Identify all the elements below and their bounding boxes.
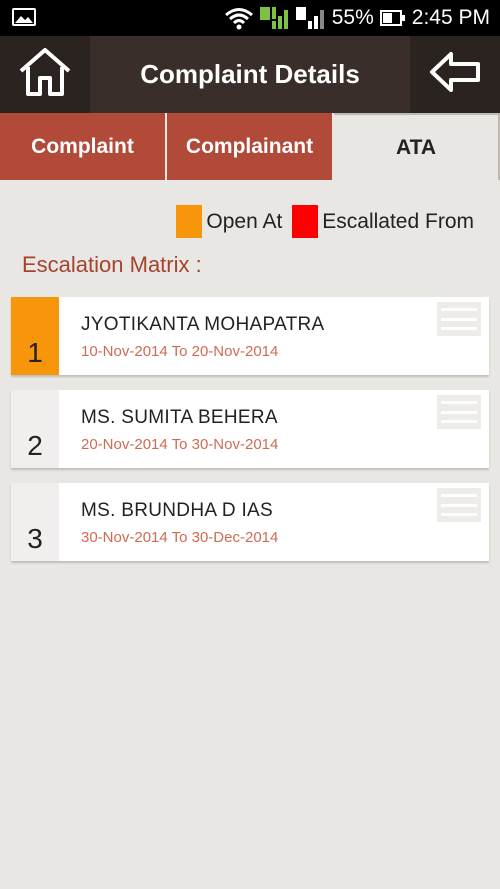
escalated-from-label: Escallated From (322, 209, 474, 233)
status-bar: 55% 2:45 PM (0, 0, 500, 36)
tab-ata[interactable]: ATA (334, 113, 500, 180)
home-icon (17, 47, 73, 102)
escalation-index: 3 (11, 483, 59, 561)
tab-complainant[interactable]: Complainant (167, 113, 334, 180)
escalation-index: 2 (11, 390, 59, 468)
tab-bar: Complaint Complainant ATA (0, 113, 500, 180)
escalation-index: 1 (11, 297, 59, 375)
home-button[interactable] (0, 36, 90, 113)
date-range: 10-Nov-2014 To 20-Nov-2014 (81, 343, 279, 360)
open-at-label: Open At (206, 209, 283, 233)
officer-name: JYOTIKANTA MOHAPATRA (81, 314, 325, 335)
legend: Open At Escallated From (166, 205, 474, 238)
back-button[interactable] (410, 36, 500, 113)
officer-name: MS. BRUNDHA D IAS (81, 500, 273, 521)
tab-complaint[interactable]: Complaint (0, 113, 167, 180)
sim1-signal-icon (259, 5, 290, 31)
back-arrow-icon (429, 51, 481, 98)
app-bar: Complaint Details (0, 36, 500, 113)
escalation-card[interactable]: 3 MS. BRUNDHA D IAS 30-Nov-2014 To 30-De… (11, 483, 489, 561)
escalation-card[interactable]: 2 MS. SUMITA BEHERA 20-Nov-2014 To 30-No… (11, 390, 489, 468)
date-range: 20-Nov-2014 To 30-Nov-2014 (81, 436, 279, 453)
menu-icon[interactable] (437, 395, 481, 429)
escalated-from-swatch (292, 205, 319, 238)
menu-icon[interactable] (437, 488, 481, 522)
menu-icon[interactable] (437, 302, 481, 336)
legend-escalated-from: Escallated From (292, 205, 474, 238)
battery-percent: 55% (331, 6, 374, 29)
section-title: Escalation Matrix : (22, 252, 202, 277)
wifi-icon (224, 6, 254, 30)
escalation-list: 1 JYOTIKANTA MOHAPATRA 10-Nov-2014 To 20… (11, 297, 489, 576)
clock-time: 2:45 PM (411, 6, 490, 29)
sim2-signal-icon (295, 5, 326, 31)
escalation-card[interactable]: 1 JYOTIKANTA MOHAPATRA 10-Nov-2014 To 20… (11, 297, 489, 375)
page-title: Complaint Details (140, 59, 360, 89)
gallery-icon (12, 8, 36, 26)
open-at-swatch (176, 205, 203, 238)
legend-open-at: Open At (176, 205, 282, 238)
date-range: 30-Nov-2014 To 30-Dec-2014 (81, 529, 279, 546)
officer-name: MS. SUMITA BEHERA (81, 407, 278, 428)
battery-icon (379, 8, 406, 28)
